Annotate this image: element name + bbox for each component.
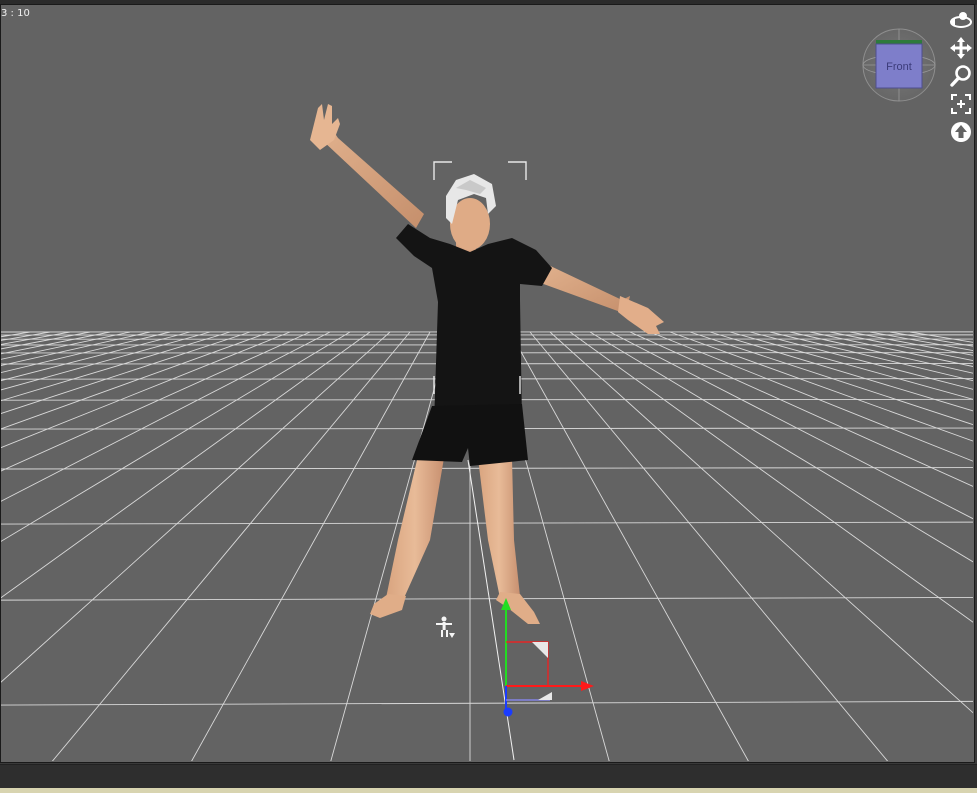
figure-right-leg — [478, 458, 520, 598]
grid-line — [1, 331, 91, 350]
figure-selector-icon[interactable] — [436, 616, 455, 639]
grid-line — [649, 331, 973, 462]
view-cube-label: Front — [886, 61, 912, 73]
grid-line — [1, 331, 311, 472]
grid-line — [689, 331, 973, 426]
figure-shirt — [396, 224, 552, 424]
grid-line — [889, 331, 973, 347]
fps-counter: 3 : 10 — [1, 8, 30, 19]
figure-extended-arm — [538, 262, 630, 314]
grid-line — [1, 331, 131, 360]
viewport-navigation-toolbar — [948, 8, 974, 144]
grid-line — [809, 331, 973, 367]
figure-left-leg — [386, 456, 444, 598]
figure-extended-hand — [618, 296, 664, 334]
grid-line — [789, 331, 973, 374]
grid-line — [829, 331, 973, 362]
gizmo-xz-corner — [538, 692, 552, 700]
reset-view-icon[interactable] — [949, 120, 973, 144]
grid-line — [629, 331, 973, 487]
gizmo-plane-corner — [532, 642, 548, 658]
grid-line — [709, 331, 973, 412]
grid-line — [1, 331, 271, 430]
grid-line — [1, 331, 171, 374]
grid-line — [1, 331, 371, 599]
scene-canvas[interactable]: Front — [0, 0, 977, 793]
grid-line — [1, 331, 31, 338]
grid-line — [849, 331, 973, 356]
grid-line — [909, 331, 973, 343]
grid-line — [1, 331, 291, 449]
frame-icon[interactable] — [949, 92, 973, 116]
grid-line — [1, 700, 973, 706]
gizmo-z-handle-icon — [503, 707, 513, 717]
grid-line — [549, 331, 973, 714]
grid-line — [330, 331, 451, 761]
grid-line — [1, 331, 71, 345]
grid-line — [1, 331, 351, 542]
grid-line — [569, 331, 973, 623]
grid-line — [1, 331, 111, 355]
grid-line — [1, 331, 51, 341]
grid-line — [1, 596, 973, 601]
orbit-icon[interactable] — [949, 8, 973, 32]
view-cube[interactable]: Front — [862, 28, 936, 102]
grid-line — [769, 331, 973, 382]
grid-line — [191, 331, 431, 761]
zoom-icon[interactable] — [949, 64, 973, 88]
grid-line — [509, 331, 749, 761]
grid-line — [1, 331, 211, 391]
pan-icon[interactable] — [949, 36, 973, 60]
figure-shorts — [412, 404, 528, 466]
grid-line — [609, 331, 973, 520]
grid-line — [1, 331, 151, 366]
grid-line — [869, 331, 973, 351]
app-window: Front 3 : 10 — [0, 0, 977, 793]
figure-left-foot — [370, 594, 406, 618]
grid-line — [1, 331, 191, 382]
